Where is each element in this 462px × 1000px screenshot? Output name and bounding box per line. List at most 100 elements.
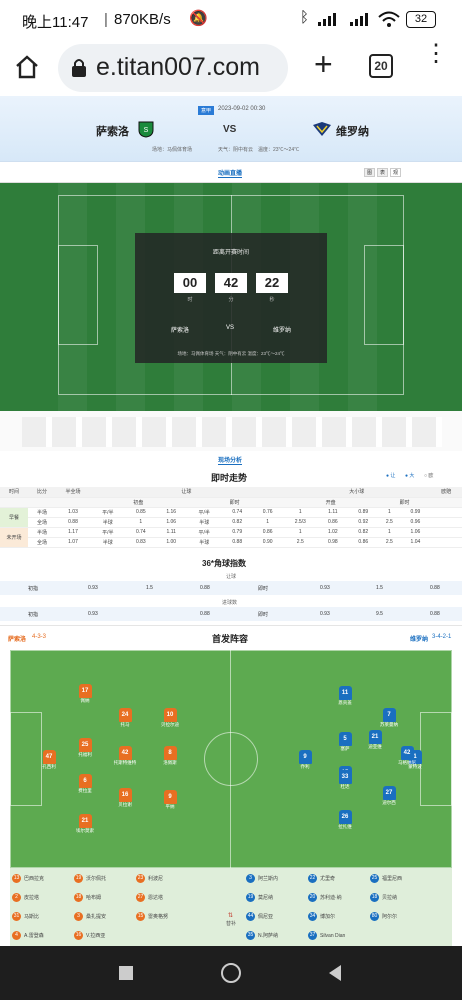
lineup-player[interactable]: 17 佩纳	[70, 684, 100, 704]
substitute-item[interactable]: 23 利波尼	[136, 874, 163, 883]
sub-name: 巴西拉克	[24, 875, 45, 882]
substitute-item[interactable]: 44 佩尼亚	[246, 912, 273, 921]
lineup-player[interactable]: 21 埃尔莫索	[70, 814, 100, 834]
away-team-name[interactable]: 维罗纳	[336, 123, 369, 139]
url-text[interactable]: e.titan007.com	[96, 53, 260, 82]
substitute-item[interactable]: 13 巴西拉克	[12, 874, 44, 883]
view-toggle-3[interactable]: 观	[390, 168, 402, 177]
player-name: 托马	[120, 722, 130, 727]
lineup-player[interactable]: 9 乔利	[290, 750, 320, 770]
sub-number: 20	[308, 893, 317, 902]
lineup-player[interactable]: 24 托马	[110, 708, 140, 728]
lineup-player[interactable]: 10 贝拉尔迪	[155, 708, 185, 728]
home-icon[interactable]	[14, 54, 40, 80]
player-name: 迪亚维	[368, 744, 382, 749]
substitute-item[interactable]: 4 A.雷登森	[12, 931, 44, 940]
option-europe[interactable]: ○ 欧	[424, 472, 433, 479]
substitute-item[interactable]: 22 尤里奇	[308, 874, 335, 883]
substitute-item[interactable]: 34 博加尔	[308, 912, 335, 921]
sub-number: 80	[370, 912, 379, 921]
player-name: 贝拉尔迪	[161, 722, 179, 727]
home-nav-icon[interactable]	[221, 963, 241, 983]
lineup-player[interactable]: 47 孔西利	[34, 750, 64, 770]
substitute-item[interactable]: 37 Silvan Dian	[308, 931, 345, 940]
sub-number: 31	[12, 912, 21, 921]
substitute-item[interactable]: 19 沃尔佩托	[74, 874, 106, 883]
player-name: 托福利	[78, 752, 92, 757]
home-team-name[interactable]: 萨索洛	[96, 123, 129, 139]
lineup-home-name: 萨索洛	[8, 637, 27, 643]
player-shirt: 26	[338, 810, 352, 824]
lineup-player[interactable]: 11 恩贡盖	[330, 686, 360, 706]
player-shirt: 33	[338, 770, 352, 784]
substitute-item[interactable]: 19 莫尼纳	[246, 893, 273, 902]
player-name: 杜达	[340, 784, 350, 789]
tab-onsite-analysis[interactable]: 现场分析	[218, 455, 243, 465]
sub-name: 阿兰斯内	[258, 875, 279, 882]
system-nav-bar	[0, 946, 462, 1000]
option-handicap[interactable]: ● 让	[386, 472, 395, 479]
substitute-item[interactable]: 18 哈布姆	[74, 893, 101, 902]
tab-count-button[interactable]: 20	[369, 54, 393, 78]
substitute-item[interactable]: 15 雷奥格努	[136, 912, 168, 921]
substitute-item[interactable]: 27 恩达塔	[136, 893, 163, 902]
sub-name: 桑扎提安	[86, 913, 107, 920]
new-tab-icon[interactable]: +	[314, 46, 333, 83]
lineup-player[interactable]: 8 洛佩斯	[155, 746, 185, 766]
sub-number: 3	[246, 874, 255, 883]
signal2-icon	[350, 13, 368, 26]
lineup-player[interactable]: 42 马格纳尼	[392, 746, 422, 766]
lineup-player[interactable]: 27 迪尔西	[374, 786, 404, 806]
player-name: 拉扎维	[338, 824, 352, 829]
lineup-title: 首发阵容	[212, 634, 249, 644]
league-badge: 意甲	[198, 106, 215, 115]
player-shirt: 5	[338, 732, 352, 746]
sub-name: 佩尼亚	[258, 913, 274, 920]
lineup-player[interactable]: 7 苏莱曼纳	[374, 708, 404, 728]
substitute-item[interactable]: 16 V.拉西亚	[74, 931, 105, 940]
option-overunder[interactable]: ● 大	[405, 472, 414, 479]
weather-text: 天气：阴中有云	[218, 147, 254, 153]
substitute-item[interactable]: 20 苏利迪·纳	[308, 893, 342, 902]
sassuolo-logo: S	[138, 121, 154, 138]
lineup-player[interactable]: 16 贝拉谢	[110, 788, 140, 808]
player-shirt: 42	[400, 746, 414, 760]
address-bar[interactable]: e.titan007.com	[58, 44, 288, 92]
player-name: 苏莱曼纳	[380, 722, 398, 727]
seconds-unit: 秒	[269, 297, 275, 303]
lineup-player[interactable]: 6 费拉里	[70, 774, 100, 794]
player-name: 费拉里	[78, 788, 92, 793]
lineup-player[interactable]: 42 托斯特维特	[110, 746, 140, 766]
lineup-header: 萨索洛 4-3-3 首发阵容 维罗纳 3-4-2-1	[0, 625, 462, 649]
lineup-player[interactable]: 26 拉扎维	[330, 810, 360, 830]
view-toggle-2[interactable]: 表	[377, 168, 389, 177]
view-toggle-1[interactable]: 图	[364, 168, 376, 177]
match-datetime: 2023-09-02 00:30	[218, 106, 266, 112]
recents-icon[interactable]	[119, 966, 133, 980]
status-time: 晚上11:47	[22, 14, 89, 31]
tab-live-animation[interactable]: 动画直播	[218, 168, 243, 178]
substitute-item[interactable]: 2 皮拉塔	[12, 893, 39, 902]
lock-icon[interactable]	[70, 57, 88, 79]
substitute-item[interactable]: 25 福里尼西	[370, 874, 402, 883]
player-shirt: 24	[118, 708, 132, 722]
lineup-player[interactable]: 25 托福利	[70, 738, 100, 758]
substitute-item[interactable]: 18 贝拉纳	[370, 893, 397, 902]
lineup-player[interactable]: 9 平纳	[155, 790, 185, 810]
sub-number: 35	[246, 931, 255, 940]
back-icon[interactable]	[327, 964, 343, 982]
substitute-item[interactable]: 35 N.阿萨纳	[246, 931, 278, 940]
substitute-item[interactable]: 80 阿尔尔	[370, 912, 397, 921]
lineup-player[interactable]: 5 塞萨	[330, 732, 360, 752]
player-shirt: 9	[163, 790, 177, 804]
lineup-player[interactable]: 21 迪亚维	[360, 730, 390, 750]
lineup-player[interactable]: 33 杜达	[330, 770, 360, 790]
swap-icon: ⇅	[228, 913, 234, 919]
substitute-item[interactable]: 31 马斯比	[12, 912, 39, 921]
odds-table: 时间 比分 半全场 让球 大小球 欧赔 初盘 即时 开盘 即时 早餐 半场 1.03 平/半 0.85…	[0, 487, 462, 548]
substitute-item[interactable]: 3 阿兰斯内	[246, 874, 278, 883]
substitute-item[interactable]: 3 桑扎提安	[74, 912, 106, 921]
odds-row: 全场 0.88 半球 1 1.06 半球 0.82 1 2.5/3 0.86 0.92 2.5 0.96	[0, 517, 462, 528]
menu-icon[interactable]: ⋮	[424, 42, 448, 66]
odds-row: 未开场 半场 1.17 平/半 0.74 1.11 平/半 0.79 0.86 1 1.02 0.82…	[0, 527, 462, 548]
